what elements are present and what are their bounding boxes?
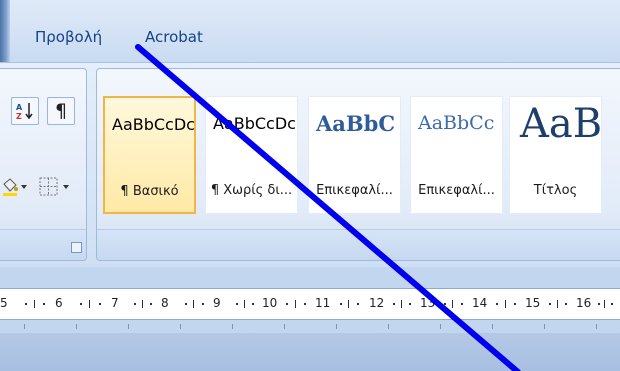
style-preview: AaB [520, 101, 602, 147]
ruler-dot [236, 303, 238, 305]
paragraph-group: A Z ¶ [0, 68, 87, 261]
ruler-dot [357, 303, 359, 305]
tab-stop-mark [596, 324, 597, 329]
ruler-dot [99, 303, 101, 305]
style-label: Τίτλος [533, 183, 578, 198]
ribbon: A Z ¶ AaBbCcDc ¶ Βασικό AaBbCcDc ¶ Χωρίς… [0, 62, 620, 268]
tab-stop-mark [128, 324, 129, 329]
svg-text:Z: Z [16, 112, 22, 121]
ribbon-tab-bar: Προβολή Acrobat [0, 0, 620, 62]
ruler-half-tick [89, 300, 90, 308]
tab-stop-mark [180, 324, 181, 329]
ruler-dot [25, 303, 27, 305]
ruler-dot [43, 303, 45, 305]
ruler-dot [549, 303, 551, 305]
tab-stop-mark [284, 324, 285, 329]
ruler-dot [409, 303, 411, 305]
ruler-dot [304, 303, 306, 305]
ruler-dot [598, 303, 600, 305]
ruler-half-tick [193, 300, 194, 308]
ruler-number: 6 [55, 296, 63, 310]
ruler-half-tick [348, 300, 349, 308]
style-tile-heading-1[interactable]: AaBbC Επικεφαλί... [308, 96, 401, 214]
tab-acrobat[interactable]: Acrobat [145, 28, 203, 46]
ruler-number: 10 [262, 296, 278, 310]
style-label: ¶ Βασικό [120, 184, 179, 199]
tab-stop-mark [336, 324, 337, 329]
ruler-half-tick [452, 300, 453, 308]
style-tile-normal[interactable]: AaBbCcDc ¶ Βασικό [103, 96, 196, 214]
style-label: Επικεφαλί... [418, 183, 495, 198]
style-preview: AaBbCcDc [213, 114, 296, 133]
shading-paint-bucket-icon [3, 178, 27, 196]
styles-group-footer [97, 229, 620, 260]
ruler-dot [185, 303, 187, 305]
ruler-dot [461, 303, 463, 305]
ruler-half-tick [142, 300, 143, 308]
style-preview: AaBbCcDc [112, 115, 195, 134]
ruler-number: 9 [213, 296, 221, 310]
ruler-number: 12 [369, 296, 385, 310]
document-top-margin [0, 333, 620, 371]
ruler-number: 16 [576, 296, 592, 310]
ruler-dot [340, 303, 342, 305]
style-label: ¶ Χωρίς δι... [210, 183, 293, 198]
ruler-number: 14 [472, 296, 488, 310]
ruler-half-tick [604, 300, 605, 308]
tab-stop-mark [24, 324, 25, 329]
ruler-dot [565, 303, 567, 305]
ruler-number: 11 [315, 296, 331, 310]
style-tile-heading-2[interactable]: AaBbCc Επικεφαλί... [410, 96, 503, 214]
tab-stop-mark [440, 324, 441, 329]
ruler-half-tick [505, 300, 506, 308]
ruler-number: 5 [0, 296, 8, 310]
tab-stop-mark [544, 324, 545, 329]
style-tile-no-spacing[interactable]: AaBbCcDc ¶ Χωρίς δι... [205, 96, 298, 214]
borders-button[interactable] [37, 174, 77, 200]
style-preview: AaBbCc [418, 112, 495, 134]
borders-grid-icon [39, 177, 69, 196]
ruler-half-tick [557, 300, 558, 308]
ruler-dot [80, 303, 82, 305]
svg-text:A: A [16, 103, 23, 112]
ruler-number: 8 [161, 296, 169, 310]
ruler-dot [252, 303, 254, 305]
tab-stop-mark [492, 324, 493, 329]
ruler-half-tick [295, 300, 296, 308]
tab-stop-mark [388, 324, 389, 329]
ruler-dot [514, 303, 516, 305]
style-preview: AaBbC [316, 111, 396, 136]
style-tile-title[interactable]: AaB Τίτλος [509, 96, 602, 214]
styles-group: AaBbCcDc ¶ Βασικό AaBbCcDc ¶ Χωρίς δι...… [96, 68, 620, 261]
tab-view[interactable]: Προβολή [35, 28, 102, 46]
ruler-dot [134, 303, 136, 305]
ruler-half-tick [401, 300, 402, 308]
ruler-dot [202, 303, 204, 305]
ruler-number: 13 [420, 296, 436, 310]
ruler-dot [611, 303, 613, 305]
horizontal-ruler[interactable]: 5 6 7 8 9 10 11 12 13 14 15 16 [0, 288, 620, 320]
show-formatting-button[interactable]: ¶ [47, 97, 75, 125]
shading-button[interactable] [1, 174, 29, 200]
sort-az-icon: A Z [16, 103, 33, 121]
ruler-number: 7 [111, 296, 119, 310]
ruler-dot [444, 303, 446, 305]
tab-stop-mark [76, 324, 77, 329]
ruler-half-tick [244, 300, 245, 308]
dialog-launcher-icon[interactable] [71, 242, 82, 253]
ruler-half-tick [34, 300, 35, 308]
word-window: Προβολή Acrobat A Z ¶ AaBbCcDc ¶ Βασικό … [0, 0, 620, 371]
ruler-number: 15 [525, 296, 541, 310]
ruler-dot [393, 303, 395, 305]
ruler-dot [286, 303, 288, 305]
window-left-edge [0, 0, 10, 62]
style-label: Επικεφαλί... [316, 183, 393, 198]
tab-stop-mark [232, 324, 233, 329]
sort-button[interactable]: A Z [11, 97, 39, 125]
ruler-dot [150, 303, 152, 305]
ruler-dot [496, 303, 498, 305]
